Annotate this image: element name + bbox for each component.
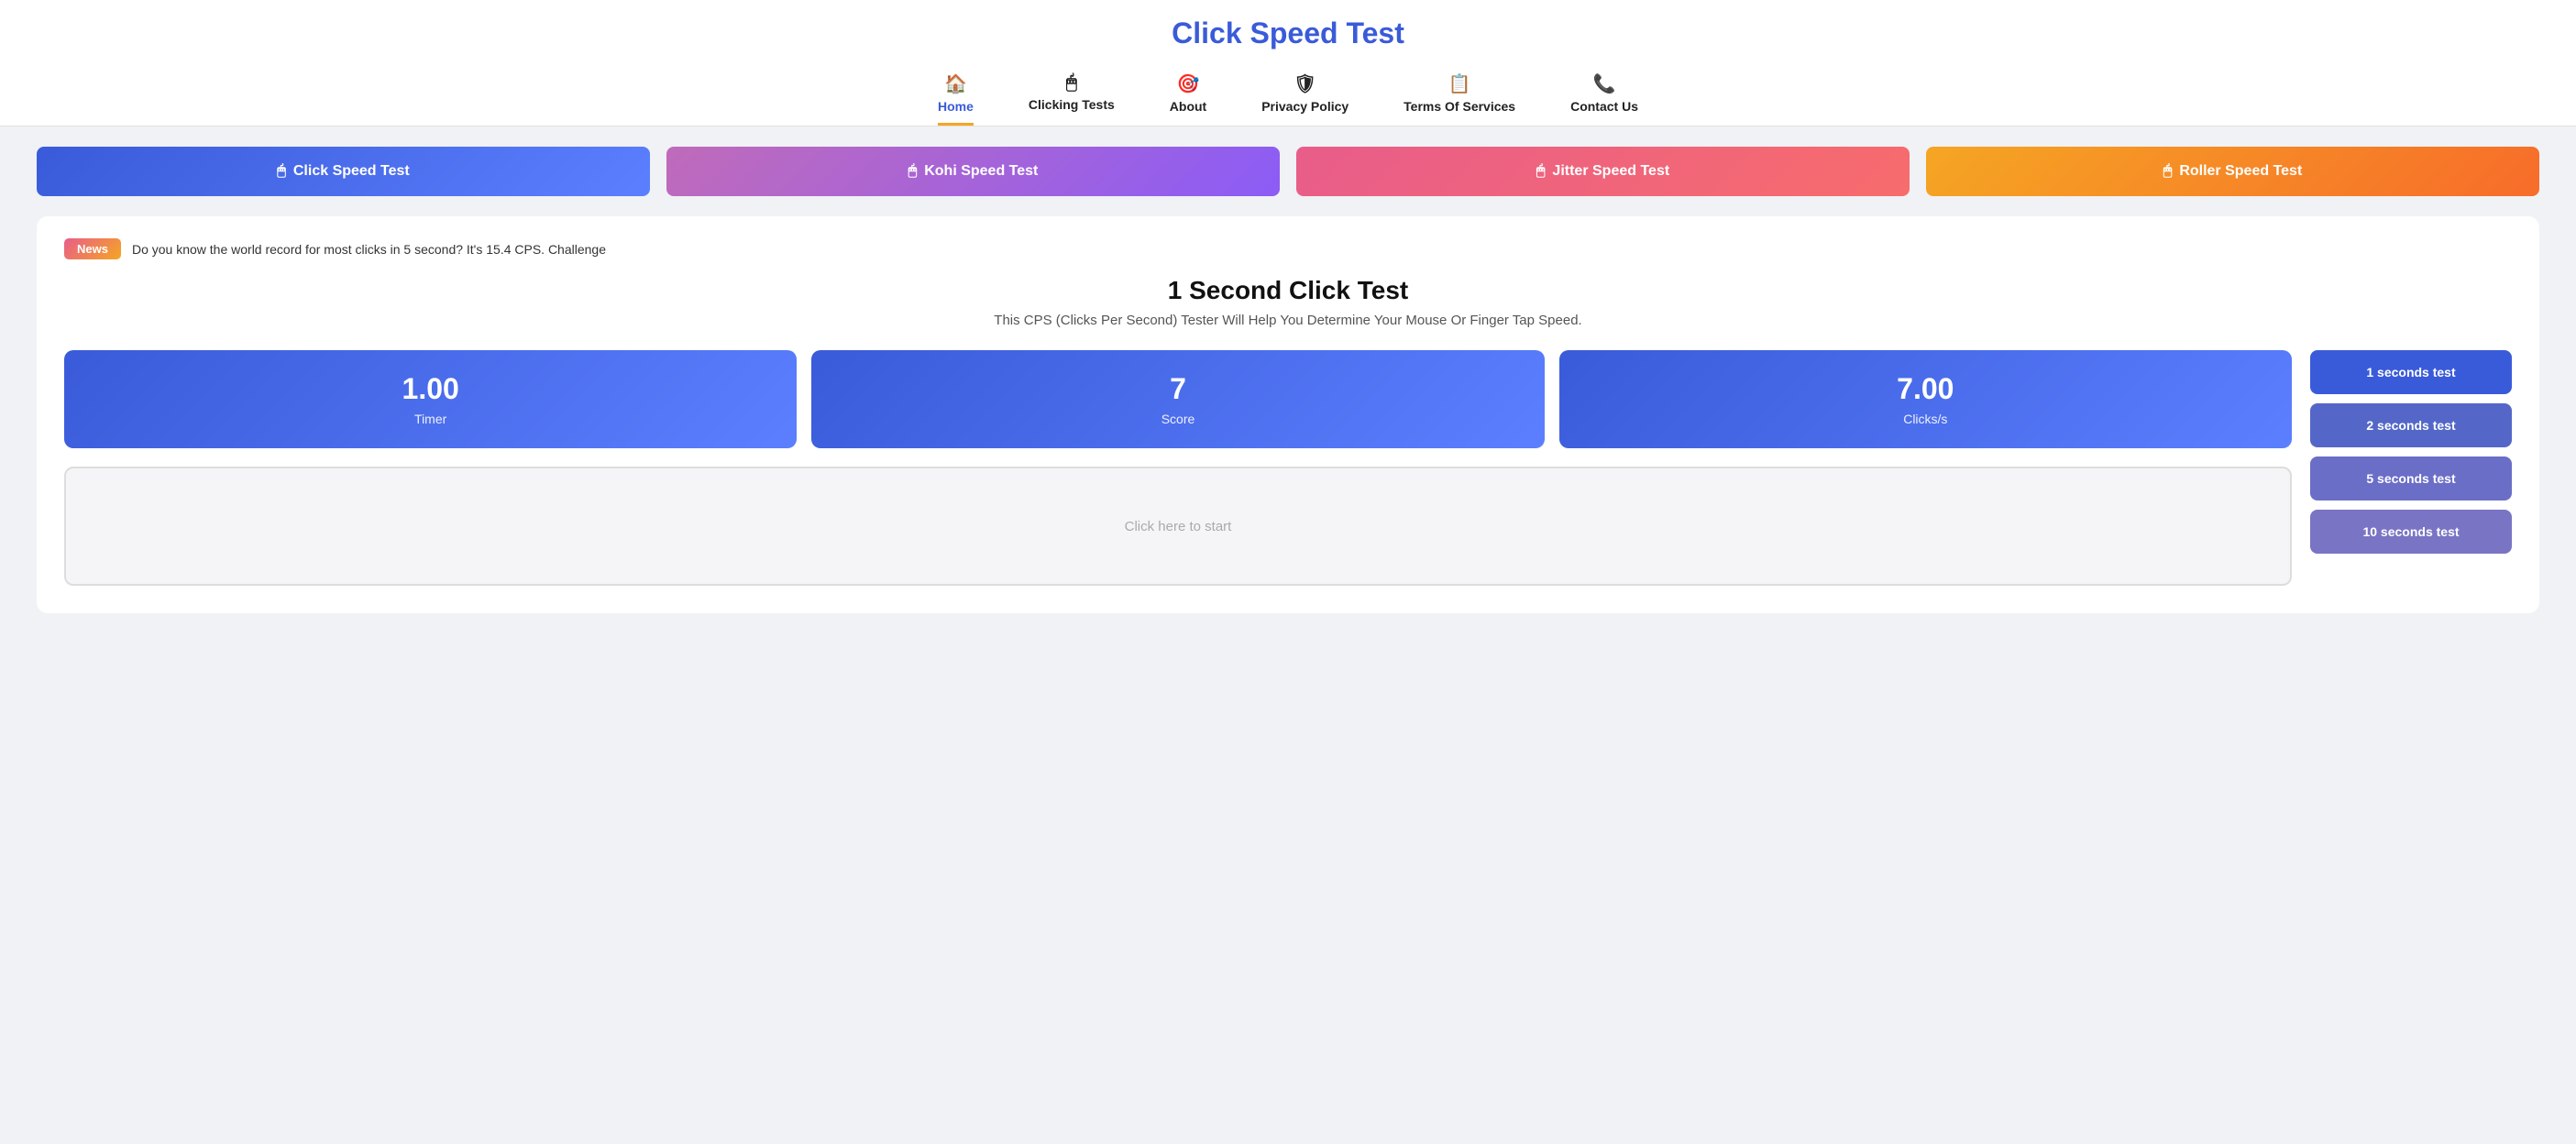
right-panel: 1 seconds test 2 seconds test 5 seconds te… [2310,350,2512,586]
site-title: Click Speed Test [0,16,2576,50]
clicking-tests-icon: 🖱 [1066,72,1077,94]
sidebar-test-btn-2s[interactable]: 2 seconds test [2310,403,2512,447]
nav-item-about[interactable]: 🎯 About [1170,72,1206,126]
home-icon: 🏠 [944,72,967,95]
terms-icon: 📋 [1448,72,1471,95]
nav-label-privacy: Privacy Policy [1261,99,1349,114]
main-layout: 1.00 Timer 7 Score 7.00 Clicks/s Click here t… [64,350,2512,586]
click-area-placeholder: Click here to start [1125,519,1232,534]
mouse-icon: 🖱 [908,163,918,180]
sidebar-test-btn-5s[interactable]: 5 seconds test [2310,456,2512,500]
nav-item-clicking-tests[interactable]: 🖱 Clicking Tests [1029,72,1115,126]
subnav-btn-label-click-speed: Click Speed Test [293,163,410,180]
content-card: News Do you know the world record for mo… [37,216,2539,613]
nav-label-home: Home [938,99,974,114]
nav-item-terms[interactable]: 📋 Terms Of Services [1404,72,1515,126]
page-title: 1 Second Click Test [64,276,2512,305]
mouse-icon: 🖱 [1536,163,1546,180]
sidebar-test-btn-1s[interactable]: 1 seconds test [2310,350,2512,394]
nav-label-clicking-tests: Clicking Tests [1029,97,1115,112]
news-bar: News Do you know the world record for mo… [64,238,2512,259]
contact-icon: 📞 [1593,72,1616,95]
stat-value-timer: 1.00 [79,372,782,406]
stat-label-timer: Timer [79,412,782,426]
nav-label-contact: Contact Us [1570,99,1638,114]
subnav-btn-roller-speed[interactable]: 🖱 Roller Speed Test [1926,147,2539,196]
subnav: 🖱 Click Speed Test 🖱 Kohi Speed Test 🖱 Jitter… [0,126,2576,216]
stat-label-score: Score [826,412,1529,426]
click-area[interactable]: Click here to start [64,467,2292,586]
subnav-btn-label-jitter-speed: Jitter Speed Test [1552,163,1669,180]
mouse-icon: 🖱 [2163,163,2173,180]
stat-value-score: 7 [826,372,1529,406]
subnav-btn-kohi-speed[interactable]: 🖱 Kohi Speed Test [666,147,1280,196]
nav-item-privacy[interactable]: 🛡 Privacy Policy [1261,72,1349,126]
left-panel: 1.00 Timer 7 Score 7.00 Clicks/s Click here t… [64,350,2292,586]
site-header: Click Speed Test 🏠 Home 🖱 Clicking Tests 🎯 Ab… [0,0,2576,126]
nav-item-home[interactable]: 🏠 Home [938,72,974,126]
main-content: News Do you know the world record for mo… [0,216,2576,650]
stats-row: 1.00 Timer 7 Score 7.00 Clicks/s [64,350,2292,448]
page-subtitle: This CPS (Clicks Per Second) Tester Will… [64,313,2512,328]
stat-value-clicks: 7.00 [1574,372,2277,406]
nav-label-terms: Terms Of Services [1404,99,1515,114]
privacy-icon: 🛡 [1294,72,1316,95]
news-text: Do you know the world record for most cl… [132,242,606,257]
subnav-btn-label-roller-speed: Roller Speed Test [2179,163,2302,180]
stat-card-score: 7 Score [811,350,1544,448]
stat-card-clicks: 7.00 Clicks/s [1559,350,2292,448]
news-badge: News [64,238,121,259]
mouse-icon: 🖱 [277,163,286,180]
subnav-btn-jitter-speed[interactable]: 🖱 Jitter Speed Test [1296,147,1910,196]
about-icon: 🎯 [1177,72,1200,95]
stat-card-timer: 1.00 Timer [64,350,797,448]
stat-label-clicks: Clicks/s [1574,412,2277,426]
nav-bar: 🏠 Home 🖱 Clicking Tests 🎯 About 🛡 Privacy Polic… [0,63,2576,126]
subnav-btn-click-speed[interactable]: 🖱 Click Speed Test [37,147,650,196]
subnav-btn-label-kohi-speed: Kohi Speed Test [924,163,1038,180]
nav-label-about: About [1170,99,1206,114]
sidebar-test-btn-10s[interactable]: 10 seconds test [2310,510,2512,554]
nav-item-contact[interactable]: 📞 Contact Us [1570,72,1638,126]
